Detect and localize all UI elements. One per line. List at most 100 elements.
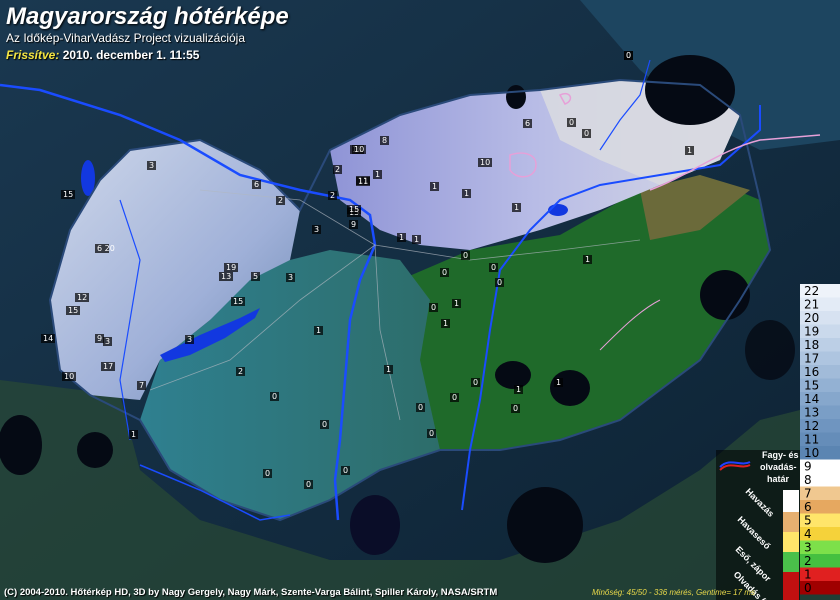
legend-frost-label-2: olvadás- (760, 462, 797, 472)
station-value: 1 (375, 170, 380, 179)
station-label: 19 (224, 263, 238, 272)
station-label: 0 (624, 51, 633, 60)
scale-value: 6 (804, 500, 812, 514)
station-label: 0 (567, 118, 576, 127)
station-value: 0 (569, 118, 574, 127)
station-label: 2 (276, 196, 285, 205)
station-label: 14 (41, 334, 55, 343)
station-label: 17 (101, 362, 115, 371)
station-value: 1 (414, 235, 419, 244)
station-value: 3 (149, 161, 154, 170)
station-value: 6 (254, 180, 259, 189)
station-label: 1 (583, 255, 592, 264)
credits: (C) 2004-2010. Hőtérkép HD, 3D by Nagy G… (4, 587, 498, 598)
station-value: 1 (585, 255, 590, 264)
station-label: 15 (66, 306, 80, 315)
station-value: 0 (442, 268, 447, 277)
station-value: 1 (514, 203, 519, 212)
scale-value: 3 (804, 541, 812, 555)
station-label: 2 (236, 367, 245, 376)
station-value: 0 (431, 303, 436, 312)
station-value: 3 (314, 225, 319, 234)
scale-value: 10 (804, 446, 819, 460)
station-value: 10 (480, 158, 490, 167)
legend-swatch-rain-light (783, 532, 799, 552)
station-label: 0 (263, 469, 272, 478)
station-value: 0 (626, 51, 631, 60)
no-data-area (745, 320, 795, 380)
station-label: 3 (286, 273, 295, 282)
station-label: 1 (430, 182, 439, 191)
station-label: 0 (427, 429, 436, 438)
station-value: 0 (463, 251, 468, 260)
station-label: 11 (356, 177, 370, 186)
station-value: 0 (265, 469, 270, 478)
station-value: 0 (343, 466, 348, 475)
scale-value: 12 (804, 419, 819, 433)
scale-value: 16 (804, 365, 819, 379)
no-data-area (506, 85, 526, 109)
station-value: 1 (464, 189, 469, 198)
scale-value: 15 (804, 379, 819, 393)
station-label: 1 (441, 319, 450, 328)
scale-value: 4 (804, 527, 812, 541)
station-value: 19 (226, 263, 236, 272)
station-value: 1 (687, 146, 692, 155)
no-data-area (507, 487, 583, 563)
station-value: 0 (418, 403, 423, 412)
station-value: 3 (288, 273, 293, 282)
update-value: 2010. december 1. 11:55 (62, 48, 200, 62)
scale-value: 17 (804, 352, 819, 366)
station-label: 1 (514, 385, 523, 394)
station-value: 13 (221, 272, 231, 281)
station-value: 0 (322, 420, 327, 429)
station-label: 3 (312, 225, 321, 234)
station-value: 0 (584, 129, 589, 138)
station-label: 2 (328, 191, 337, 200)
station-label: 0 (471, 378, 480, 387)
station-value: 17 (103, 362, 113, 371)
station-label: 0 (270, 392, 279, 401)
no-data-area (0, 415, 42, 475)
snow-depth-map: 15362211108106000111115932116 2019131553… (0, 0, 840, 600)
no-data-area (645, 55, 735, 125)
legend-swatch-melting (783, 572, 799, 600)
scale-value: 7 (804, 487, 812, 501)
station-value: 11 (358, 177, 368, 186)
station-value: 0 (452, 393, 457, 402)
quality-info: Minőség: 45/50 - 336 mérés, Gentime= 17 … (592, 588, 755, 597)
station-label: 3 (147, 161, 156, 170)
station-value: 1 (516, 385, 521, 394)
scale-value: 0 (804, 581, 812, 595)
station-value: 15 (68, 306, 78, 315)
station-label: 7 (137, 381, 146, 390)
station-value: 0 (272, 392, 277, 401)
legend-frost-label-1: Fagy- és (762, 450, 799, 460)
station-label: 1 (314, 326, 323, 335)
station-value: 1 (316, 326, 321, 335)
scale-value: 22 (804, 284, 819, 298)
legend-swatch-snow (783, 490, 799, 512)
station-value: 6 20 (97, 244, 115, 253)
station-value: 12 (77, 293, 87, 302)
station-value: 0 (429, 429, 434, 438)
station-value: 1 (386, 365, 391, 374)
station-label: 15 (231, 297, 245, 306)
station-label: 12 (75, 293, 89, 302)
legend-swatch-sleet (783, 512, 799, 532)
map-subtitle: Az Időkép-ViharVadász Project vizualizác… (6, 31, 246, 45)
station-value: 2 (330, 191, 335, 200)
no-data-area (77, 432, 113, 468)
station-label: 1 (554, 378, 563, 387)
station-label: 10 (62, 372, 76, 381)
station-label: 2 (333, 165, 342, 174)
station-label: 3 (103, 337, 112, 346)
station-label: 0 (341, 466, 350, 475)
station-label: 9 (349, 220, 358, 229)
station-label: 1 (384, 365, 393, 374)
station-label: 1 (512, 203, 521, 212)
station-label: 3 (185, 335, 194, 344)
scale-value: 19 (804, 325, 819, 339)
station-label: 0 (320, 420, 329, 429)
snow-depth-scale: 222120191817161514131211109876543210 (800, 284, 840, 595)
